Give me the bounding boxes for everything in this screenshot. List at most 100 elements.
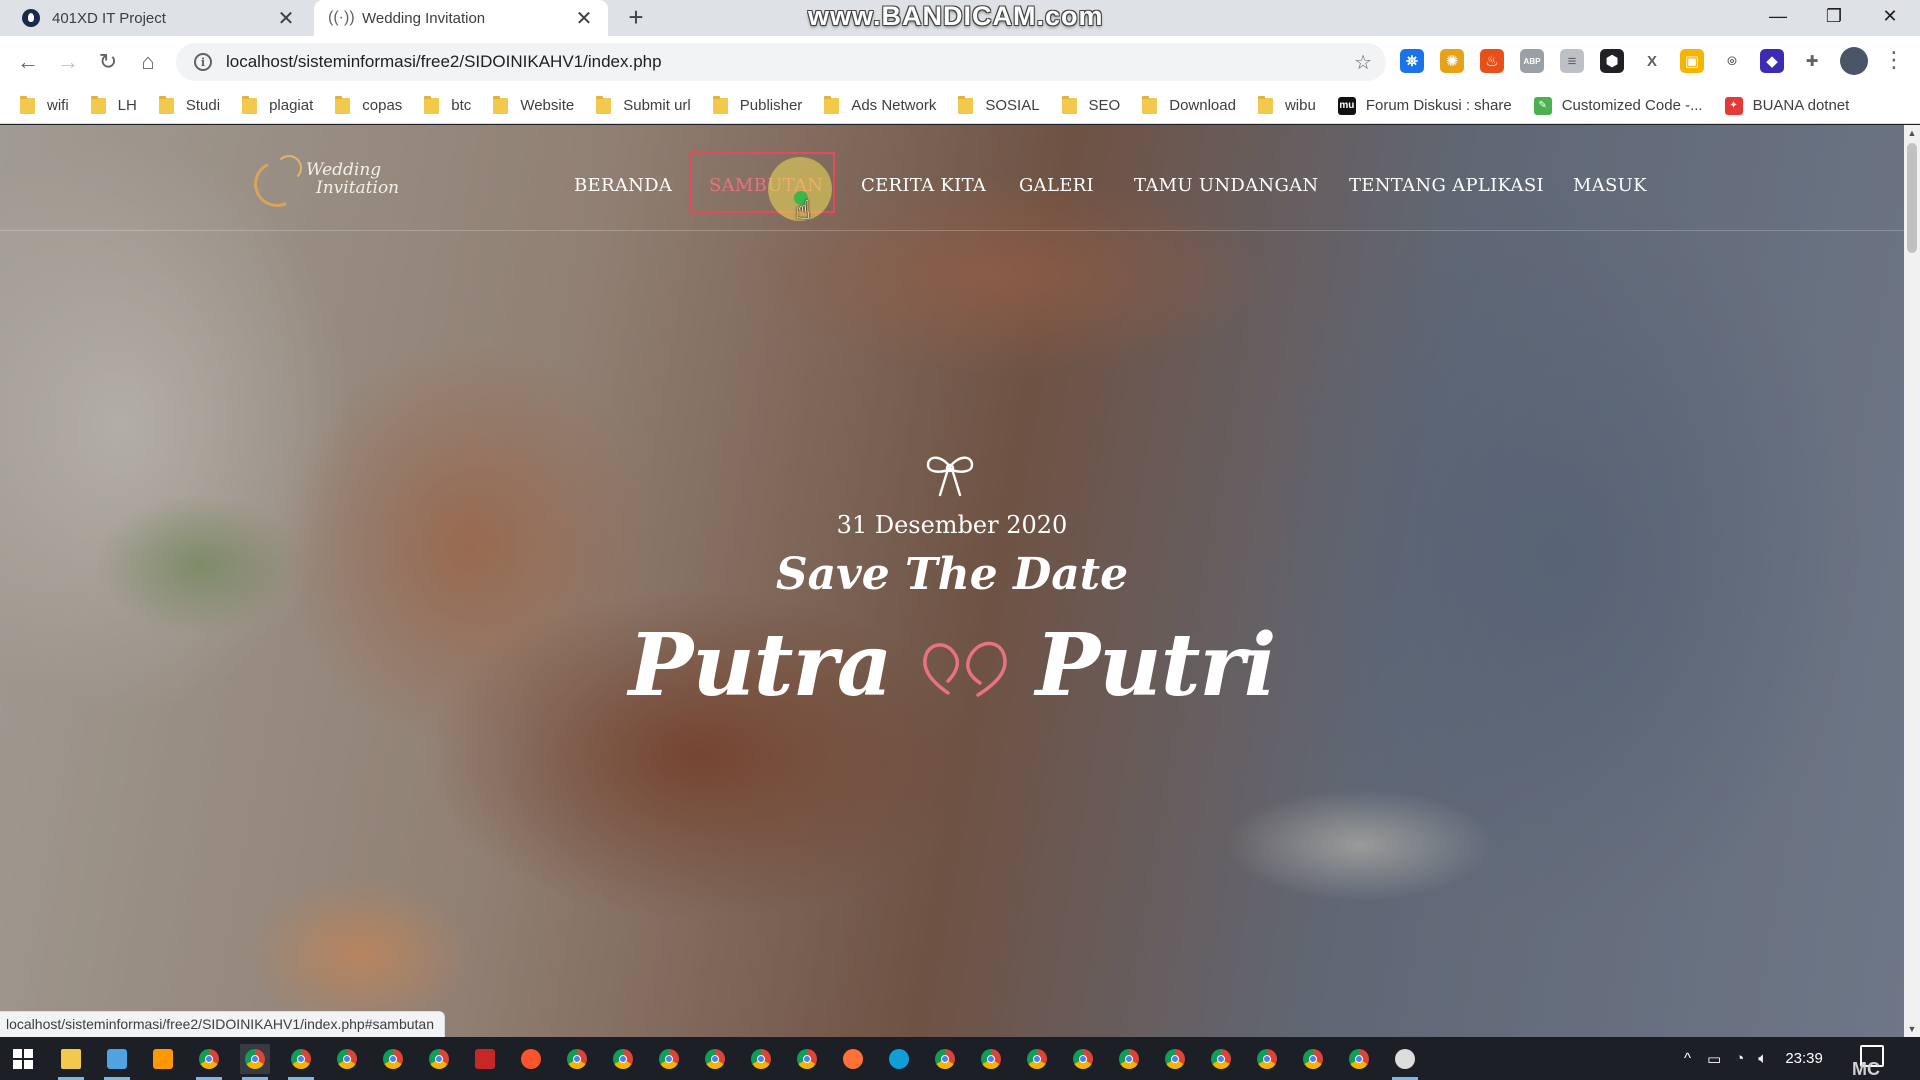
- save-the-date-title: Save The Date: [775, 549, 1129, 600]
- folder-icon: [824, 95, 840, 114]
- bookmark-item[interactable]: SOSIAL: [958, 95, 1040, 114]
- clock[interactable]: 23:39: [1785, 1050, 1823, 1067]
- taskbar-app[interactable]: [424, 1044, 454, 1074]
- taskbar-app[interactable]: [976, 1044, 1006, 1074]
- chrome-icon: [1027, 1049, 1047, 1069]
- taskbar-app[interactable]: [286, 1044, 316, 1080]
- bookmark-item[interactable]: ✎ Customized Code -...: [1533, 96, 1703, 115]
- taskbar-app[interactable]: [470, 1044, 500, 1074]
- ext-x-icon[interactable]: X: [1640, 49, 1664, 73]
- taskbar-app[interactable]: [56, 1044, 86, 1080]
- scroll-up-icon[interactable]: ▲: [1904, 125, 1920, 141]
- restore-button[interactable]: ❐: [1806, 0, 1862, 32]
- taskbar-app[interactable]: [332, 1044, 362, 1074]
- new-tab-button[interactable]: +: [622, 4, 650, 32]
- ext-frame-icon[interactable]: ▣: [1680, 49, 1704, 73]
- forward-button[interactable]: →: [52, 46, 84, 78]
- window-close-button[interactable]: ✕: [1862, 0, 1918, 32]
- bandicam-watermark: www.BANDICAM.com: [808, 1, 1104, 31]
- taskbar-app[interactable]: [1160, 1044, 1190, 1074]
- bookmark-item[interactable]: LH: [90, 95, 137, 114]
- volume-icon[interactable]: 🔈︎: [1758, 1050, 1767, 1067]
- wifi-icon[interactable]: ◔: [1735, 1050, 1744, 1067]
- chevron-up-icon[interactable]: ^: [1684, 1050, 1691, 1067]
- filezilla-icon: [475, 1049, 495, 1069]
- taskbar-app[interactable]: [792, 1044, 822, 1074]
- minimize-button[interactable]: —: [1750, 0, 1806, 32]
- chrome-icon: [1211, 1049, 1231, 1069]
- bandicam-icon: [1395, 1049, 1415, 1069]
- bookmark-item[interactable]: mu Forum Diskusi : share: [1337, 96, 1512, 115]
- ext-fire-icon[interactable]: ♨: [1480, 49, 1504, 73]
- taskbar-app[interactable]: [1252, 1044, 1282, 1074]
- bookmark-item[interactable]: ✦ BUANA dotnet: [1724, 96, 1849, 115]
- taskbar-app[interactable]: [884, 1044, 914, 1074]
- taskbar-app[interactable]: [378, 1044, 408, 1074]
- adblock-icon[interactable]: ABP: [1520, 49, 1544, 73]
- groom-name: Putra: [628, 615, 893, 716]
- taskbar-app[interactable]: [1206, 1044, 1236, 1074]
- taskbar-app[interactable]: [516, 1044, 546, 1074]
- bookmark-item[interactable]: wibu: [1257, 95, 1316, 114]
- bookmark-item[interactable]: Ads Network: [824, 95, 936, 114]
- taskbar-app[interactable]: [148, 1044, 178, 1074]
- ext-doc-icon[interactable]: ≡: [1560, 49, 1584, 73]
- close-icon[interactable]: ✕: [574, 6, 594, 31]
- bookmark-item[interactable]: Website: [493, 95, 574, 114]
- taskbar-app[interactable]: [1022, 1044, 1052, 1074]
- camera-icon[interactable]: ⌾: [1720, 49, 1744, 73]
- tab-401xd[interactable]: 401XD IT Project ✕: [8, 0, 310, 36]
- taskbar-app[interactable]: [608, 1044, 638, 1074]
- profile-avatar[interactable]: [1840, 47, 1868, 75]
- edge-icon: [889, 1049, 909, 1069]
- bookmark-label: SOSIAL: [985, 97, 1040, 114]
- taskbar-app[interactable]: [1390, 1044, 1420, 1080]
- ext-box-icon[interactable]: ⬢: [1600, 49, 1624, 73]
- taskbar-app[interactable]: [1298, 1044, 1328, 1074]
- back-button[interactable]: ←: [12, 46, 44, 78]
- start-button[interactable]: [8, 1044, 38, 1074]
- info-icon[interactable]: i: [194, 53, 212, 71]
- scroll-down-icon[interactable]: ▼: [1904, 1021, 1920, 1037]
- taskbar-app[interactable]: [746, 1044, 776, 1074]
- bookmark-item[interactable]: plagiat: [242, 95, 313, 114]
- address-bar[interactable]: i localhost/sisteminformasi/free2/SIDOIN…: [176, 43, 1386, 81]
- chrome-icon: [245, 1049, 265, 1069]
- taskbar-app[interactable]: [1114, 1044, 1144, 1074]
- battery-icon[interactable]: ▭: [1707, 1050, 1721, 1068]
- taskbar-app[interactable]: [838, 1044, 868, 1074]
- bookmark-label: wifi: [47, 97, 69, 114]
- brave-icon: [521, 1049, 541, 1069]
- taskbar-app[interactable]: [654, 1044, 684, 1074]
- taskbar-app[interactable]: [1344, 1044, 1374, 1074]
- bookmark-item[interactable]: SEO: [1061, 95, 1120, 114]
- bookmark-item[interactable]: Studi: [158, 95, 220, 114]
- ext-person-icon[interactable]: ⛯: [1400, 49, 1424, 73]
- taskbar-app[interactable]: [102, 1044, 132, 1080]
- bookmark-item[interactable]: Submit url: [596, 95, 691, 114]
- bookmark-star-icon[interactable]: ☆: [1354, 50, 1372, 75]
- puzzle-icon[interactable]: ✚: [1800, 49, 1824, 73]
- reload-button[interactable]: ↻: [92, 46, 124, 78]
- taskbar-app[interactable]: [700, 1044, 730, 1074]
- taskbar-app[interactable]: [240, 1044, 270, 1080]
- browser-menu-button[interactable]: ⋮: [1882, 47, 1906, 75]
- page-scrollbar[interactable]: ▲ ▼: [1904, 125, 1920, 1037]
- bookmark-item[interactable]: Publisher: [712, 95, 802, 114]
- close-icon[interactable]: ✕: [276, 6, 296, 31]
- address-url[interactable]: localhost/sisteminformasi/free2/SIDOINIK…: [226, 52, 1354, 72]
- taskbar-app[interactable]: [930, 1044, 960, 1074]
- scrollbar-thumb[interactable]: [1907, 143, 1917, 253]
- loading-wave-icon: ((·)): [328, 9, 355, 26]
- taskbar-app[interactable]: [1068, 1044, 1098, 1074]
- bookmark-item[interactable]: Download: [1142, 95, 1236, 114]
- bookmark-item[interactable]: btc: [424, 95, 471, 114]
- home-button[interactable]: ⌂: [132, 46, 164, 78]
- taskbar-app[interactable]: [194, 1044, 224, 1080]
- taskbar-app[interactable]: [562, 1044, 592, 1074]
- bookmark-item[interactable]: wifi: [20, 95, 69, 114]
- tab-wedding-invitation[interactable]: ((·)) Wedding Invitation ✕: [314, 0, 608, 36]
- ext-sun-icon[interactable]: ✺: [1440, 49, 1464, 73]
- ext-diamond-icon[interactable]: ◆: [1760, 49, 1784, 73]
- bookmark-item[interactable]: copas: [335, 95, 402, 114]
